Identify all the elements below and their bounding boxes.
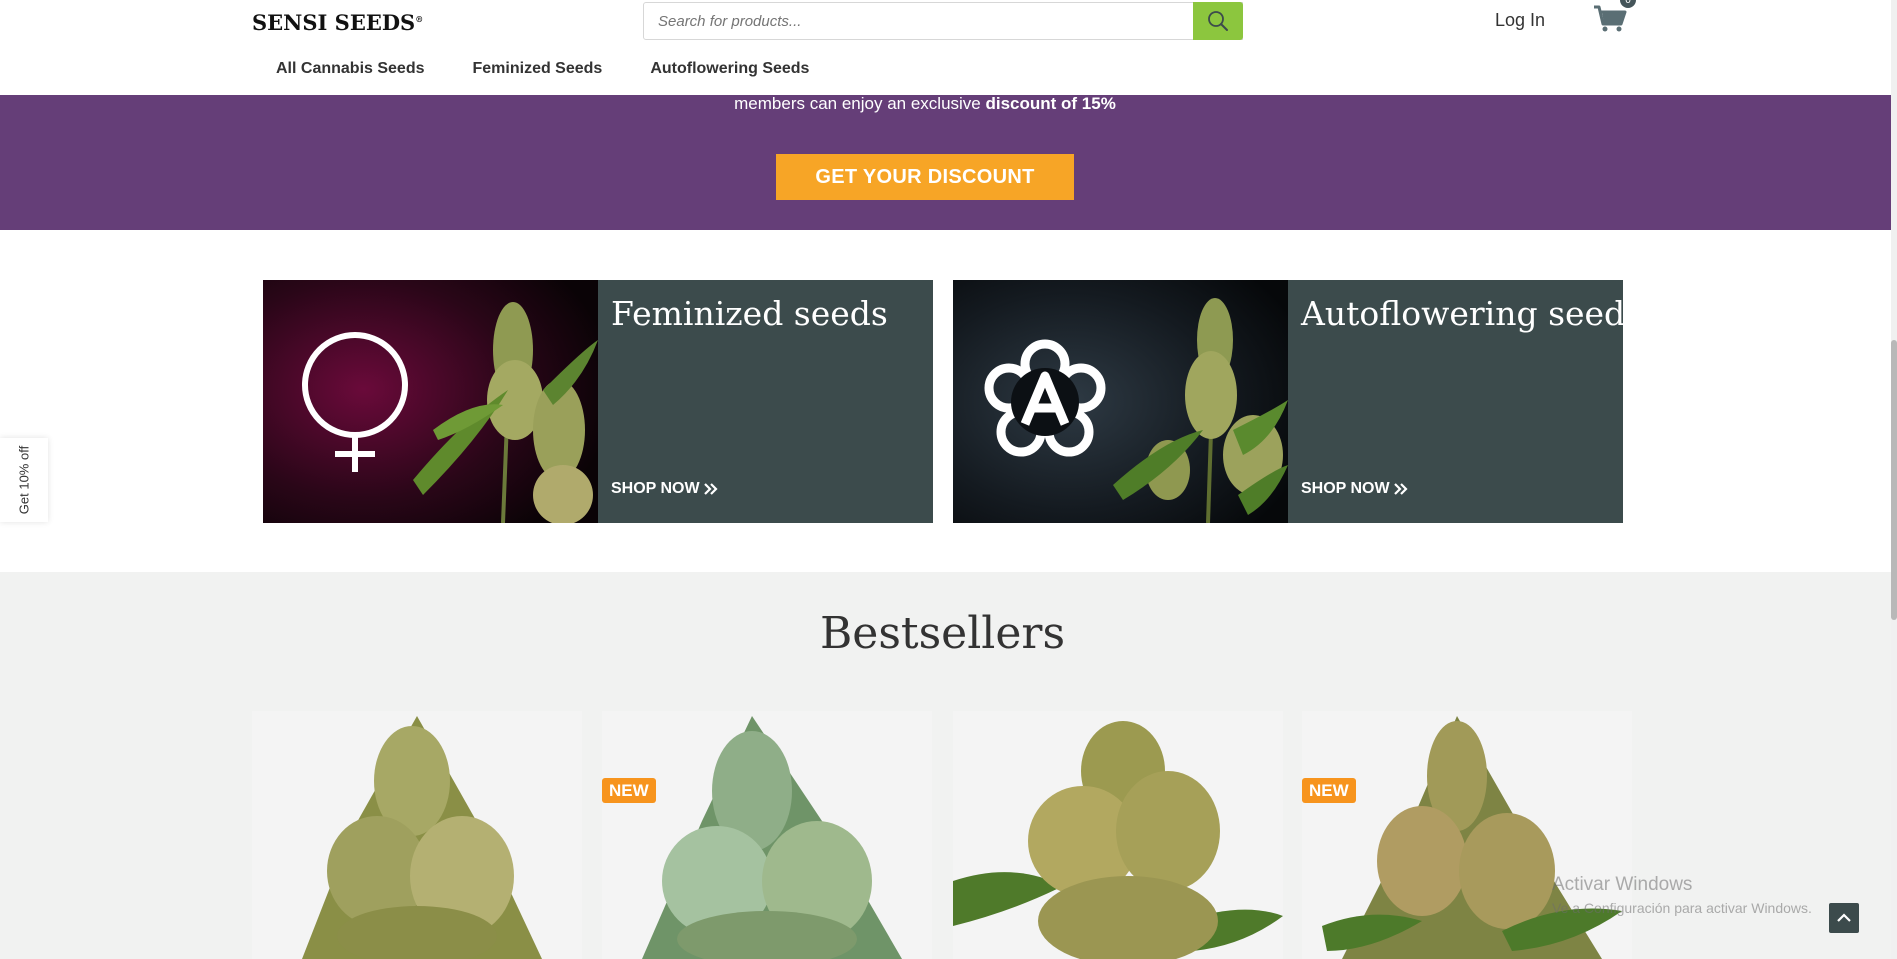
watermark-title: Activar Windows: [1552, 874, 1693, 895]
new-badge: NEW: [602, 778, 656, 803]
login-link[interactable]: Log In: [1495, 10, 1545, 31]
side-tab-label: Get 10% off: [16, 445, 32, 515]
product-card-3[interactable]: [953, 711, 1283, 959]
product-card-1[interactable]: [252, 711, 582, 959]
shop-now-label: SHOP NOW: [1301, 480, 1390, 497]
product-card-2[interactable]: [602, 711, 932, 959]
windows-activation-watermark: Activar Windows Ve a Configuración para …: [1552, 874, 1812, 916]
product-card-4[interactable]: [1302, 711, 1632, 959]
feminized-shop-now-link[interactable]: SHOP NOW: [611, 480, 718, 498]
chevron-up-icon: [1837, 913, 1851, 922]
feminized-card-title: Feminized seeds: [611, 294, 888, 333]
product-image: [302, 716, 542, 959]
discount-banner-text: members can enjoy an exclusive discount …: [0, 95, 1850, 113]
new-badge: NEW: [1302, 778, 1356, 803]
nav-item-feminized-seeds[interactable]: Feminized Seeds: [473, 60, 603, 78]
double-chevron-right-icon: [1393, 483, 1408, 495]
double-chevron-right-icon: [703, 483, 718, 495]
category-card-autoflowering[interactable]: Autoflowering seeds SHOP NOW: [953, 280, 1623, 523]
product-image: [953, 721, 1283, 959]
autoflowering-shop-now-link[interactable]: SHOP NOW: [1301, 480, 1408, 498]
search-field[interactable]: [643, 2, 1243, 40]
logo-text: SENSI SEEDS: [252, 10, 416, 35]
site-header: SENSI SEEDS® Log In 0 All Cannabis Seeds…: [0, 0, 1891, 95]
nav-item-autoflowering-seeds[interactable]: Autoflowering Seeds: [650, 60, 809, 78]
product-image: [642, 716, 902, 959]
search-button[interactable]: [1193, 2, 1243, 40]
category-section: Feminized seeds SHOP NOW Autoflowering s…: [0, 230, 1891, 572]
search-icon: [1208, 11, 1228, 31]
get-discount-button[interactable]: GET YOUR DISCOUNT: [776, 154, 1074, 200]
main-nav: All Cannabis Seeds Feminized Seeds Autof…: [276, 60, 857, 78]
category-card-feminized[interactable]: Feminized seeds SHOP NOW: [263, 280, 933, 523]
get-discount-side-tab[interactable]: Get 10% off: [0, 438, 48, 522]
autoflowering-card-image: [953, 280, 1288, 523]
logo-registered-mark: ®: [415, 14, 424, 24]
page-scrollbar-thumb[interactable]: [1891, 340, 1897, 620]
discount-text: members can enjoy an exclusive: [734, 94, 986, 113]
autoflowering-card-title: Autoflowering seeds: [1301, 294, 1623, 333]
discount-banner: members can enjoy an exclusive discount …: [0, 95, 1891, 230]
shop-now-label: SHOP NOW: [611, 480, 700, 497]
discount-amount: discount of 15%: [985, 94, 1116, 113]
product-image: [1322, 716, 1622, 959]
watermark-subtitle: Ve a Configuración para activar Windows.: [1552, 900, 1812, 916]
nav-item-all-cannabis-seeds[interactable]: All Cannabis Seeds: [276, 60, 425, 78]
bestsellers-heading: Bestsellers: [819, 608, 1066, 659]
cart-icon[interactable]: [1593, 4, 1627, 34]
search-input[interactable]: [644, 3, 1242, 39]
feminized-card-image: [263, 280, 598, 523]
site-logo[interactable]: SENSI SEEDS®: [252, 10, 423, 35]
scroll-to-top-button[interactable]: [1829, 903, 1859, 933]
